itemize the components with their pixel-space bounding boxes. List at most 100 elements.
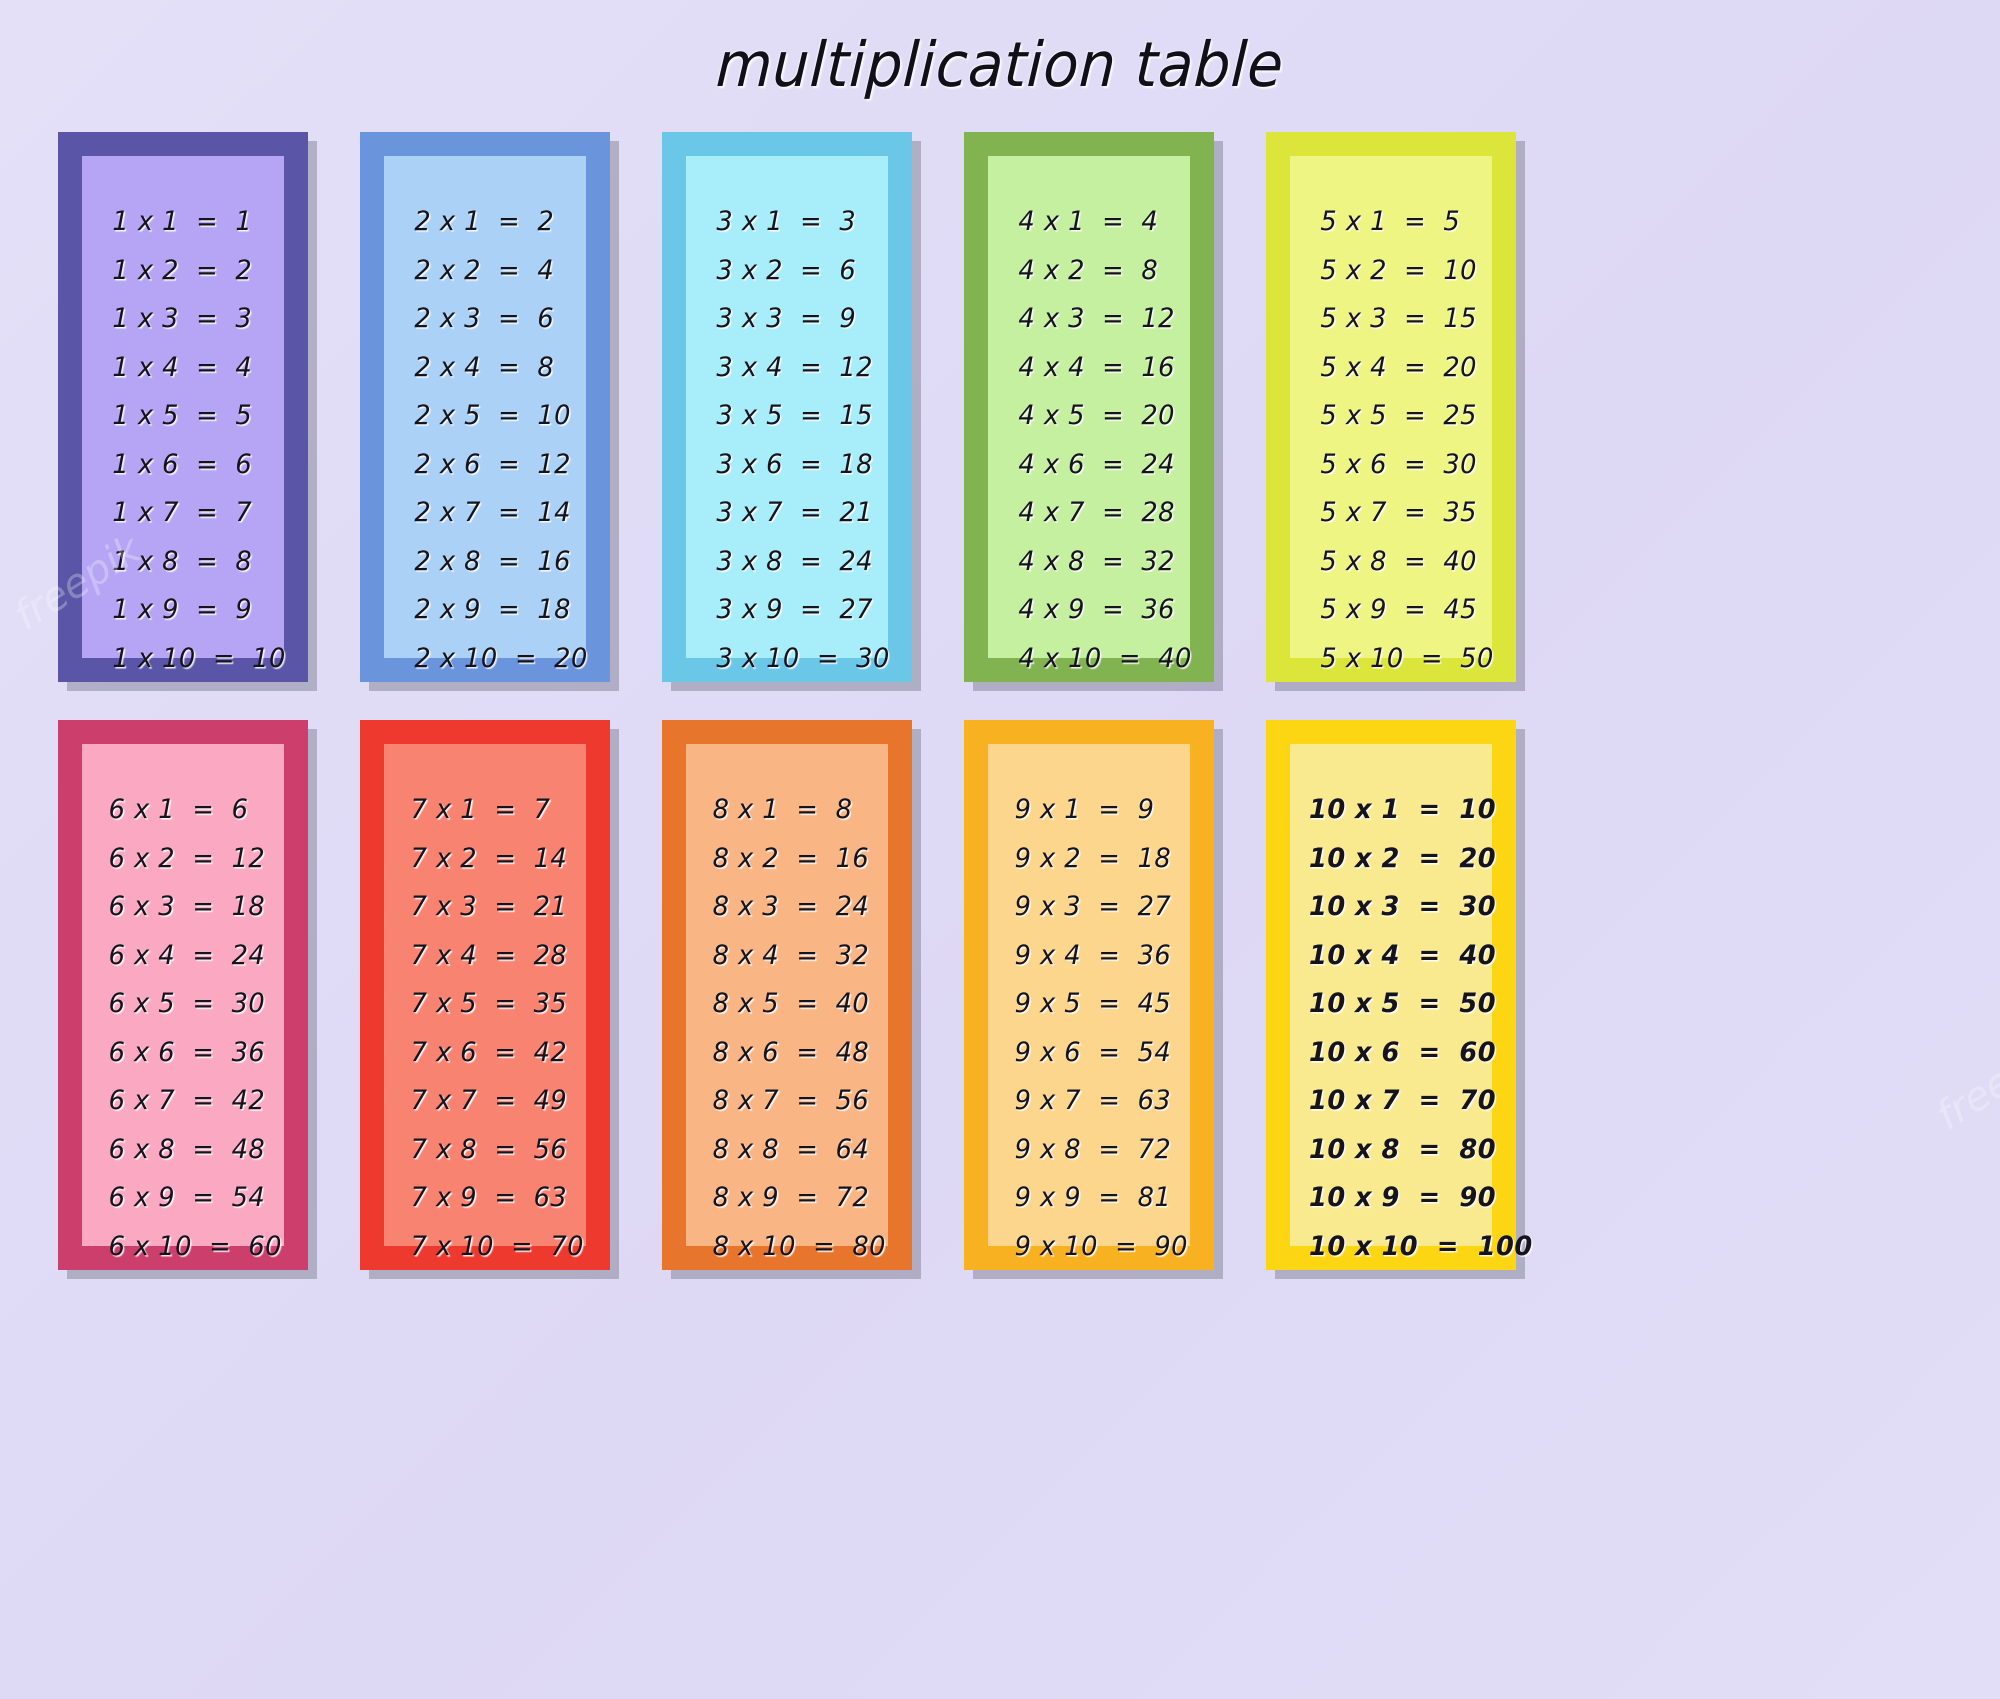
equation-row: 9 x 4 = 36	[1014, 939, 1172, 971]
equation-row: 6 x 5 = 30	[108, 988, 266, 1019]
multiplication-card-2: 2 x 1 = 2 2 x 2 = 4 2 x 3 = 6 2 x 4 = 8 2 x …	[360, 132, 610, 682]
equation-row: 10 x 4 = 40	[1309, 939, 1497, 971]
equation-row: 5 x 7 = 35	[1320, 497, 1477, 528]
equation-row: 3 x 5 = 15	[716, 400, 873, 431]
equation-row: 7 x 1 = 7	[410, 794, 551, 825]
equation-row: 7 x 6 = 42	[410, 1036, 568, 1068]
equation-row: 2 x 10 = 20	[414, 642, 588, 674]
equation-row: 4 x 3 = 12	[1018, 303, 1175, 334]
equation-row: 9 x 9 = 81	[1014, 1182, 1172, 1213]
multiplication-card-3: 3 x 1 = 3 3 x 2 = 6 3 x 3 = 9 3 x 4 = 12 3 x…	[662, 132, 912, 682]
equation-row: 10 x 9 = 90	[1309, 1182, 1497, 1213]
equation-row: 3 x 9 = 27	[716, 594, 873, 625]
equation-row: 9 x 2 = 18	[1014, 842, 1172, 874]
equation-row: 6 x 10 = 60	[108, 1230, 282, 1262]
equation-row: 1 x 1 = 1	[112, 206, 253, 237]
equation-row: 5 x 2 = 10	[1320, 254, 1477, 286]
equation-row: 1 x 7 = 7	[112, 497, 253, 528]
equation-row: 10 x 1 = 10	[1309, 794, 1497, 825]
equation-row: 1 x 4 = 4	[112, 351, 253, 383]
equation-row: 4 x 2 = 8	[1018, 254, 1159, 286]
card-panel-10: 10 x 1 = 10 10 x 2 = 20 10 x 3 = 30 10 x 4 …	[1290, 744, 1532, 1260]
multiplication-card-grid: 1 x 1 = 1 1 x 2 = 2 1 x 3 = 3 1 x 4 = 4 1 x …	[58, 132, 1942, 1270]
equation-row: 3 x 3 = 9	[716, 303, 857, 334]
equation-row: 1 x 5 = 5	[112, 400, 253, 431]
equation-row: 2 x 2 = 4	[414, 254, 555, 286]
card-panel-2: 2 x 1 = 2 2 x 2 = 4 2 x 3 = 6 2 x 4 = 8 2 x …	[384, 156, 587, 672]
equation-row: 10 x 8 = 80	[1309, 1133, 1497, 1165]
card-panel-3: 3 x 1 = 3 3 x 2 = 6 3 x 3 = 9 3 x 4 = 12 3 x…	[686, 156, 889, 672]
equation-row: 10 x 6 = 60	[1309, 1036, 1497, 1068]
equation-row: 10 x 5 = 50	[1309, 988, 1497, 1019]
card-panel-9: 9 x 1 = 9 9 x 2 = 18 9 x 3 = 27 9 x 4 = 36 9…	[988, 744, 1190, 1260]
equation-row: 6 x 1 = 6	[108, 794, 249, 825]
equation-row: 5 x 9 = 45	[1320, 594, 1477, 625]
equation-row: 5 x 6 = 30	[1320, 448, 1477, 480]
equation-row: 6 x 4 = 24	[108, 939, 266, 971]
equation-row: 7 x 9 = 63	[410, 1182, 568, 1213]
equation-row: 2 x 1 = 2	[414, 206, 555, 237]
equation-row: 2 x 6 = 12	[414, 448, 571, 480]
equation-row: 3 x 7 = 21	[716, 497, 873, 528]
equation-row: 2 x 8 = 16	[414, 545, 571, 577]
card-panel-6: 6 x 1 = 6 6 x 2 = 12 6 x 3 = 18 6 x 4 = 24 6…	[82, 744, 284, 1260]
equation-row: 7 x 10 = 70	[410, 1230, 584, 1262]
equation-row: 8 x 4 = 32	[712, 939, 870, 971]
equation-row: 5 x 8 = 40	[1320, 545, 1477, 577]
equation-row: 2 x 5 = 10	[414, 400, 571, 431]
equation-row: 8 x 5 = 40	[712, 988, 870, 1019]
equation-row: 9 x 8 = 72	[1014, 1133, 1172, 1165]
equation-row: 2 x 9 = 18	[414, 594, 571, 625]
equation-row: 9 x 7 = 63	[1014, 1085, 1172, 1116]
equation-row: 6 x 6 = 36	[108, 1036, 266, 1068]
equation-row: 3 x 2 = 6	[716, 254, 857, 286]
equation-row: 3 x 10 = 30	[716, 642, 890, 674]
equation-row: 10 x 3 = 30	[1309, 891, 1497, 922]
equation-row: 4 x 10 = 40	[1018, 642, 1192, 674]
equation-row: 7 x 8 = 56	[410, 1133, 568, 1165]
equation-row: 4 x 1 = 4	[1018, 206, 1159, 237]
equation-row: 10 x 2 = 20	[1309, 842, 1497, 874]
card-panel-1: 1 x 1 = 1 1 x 2 = 2 1 x 3 = 3 1 x 4 = 4 1 x …	[82, 156, 285, 672]
equation-row: 8 x 6 = 48	[712, 1036, 870, 1068]
equation-row: 1 x 9 = 9	[112, 594, 253, 625]
equation-row: 9 x 3 = 27	[1014, 891, 1172, 922]
multiplication-card-4: 4 x 1 = 4 4 x 2 = 8 4 x 3 = 12 4 x 4 = 16 4 …	[964, 132, 1214, 682]
equation-row: 7 x 5 = 35	[410, 988, 568, 1019]
equation-row: 4 x 5 = 20	[1018, 400, 1175, 431]
equation-row: 9 x 5 = 45	[1014, 988, 1172, 1019]
equation-row: 1 x 6 = 6	[112, 448, 253, 480]
equation-row: 8 x 8 = 64	[712, 1133, 870, 1165]
multiplication-card-1: 1 x 1 = 1 1 x 2 = 2 1 x 3 = 3 1 x 4 = 4 1 x …	[58, 132, 308, 682]
card-panel-4: 4 x 1 = 4 4 x 2 = 8 4 x 3 = 12 4 x 4 = 16 4 …	[988, 156, 1191, 672]
equation-row: 8 x 1 = 8	[712, 794, 853, 825]
equation-row: 5 x 5 = 25	[1320, 400, 1477, 431]
equation-row: 3 x 8 = 24	[716, 545, 873, 577]
card-panel-7: 7 x 1 = 7 7 x 2 = 14 7 x 3 = 21 7 x 4 = 28 7…	[384, 744, 586, 1260]
equation-row: 7 x 7 = 49	[410, 1085, 568, 1116]
equation-row: 8 x 9 = 72	[712, 1182, 870, 1213]
multiplication-card-6: 6 x 1 = 6 6 x 2 = 12 6 x 3 = 18 6 x 4 = 24 6…	[58, 720, 308, 1270]
equation-row: 1 x 10 = 10	[112, 642, 286, 674]
equation-row: 3 x 4 = 12	[716, 351, 873, 383]
equation-row: 1 x 2 = 2	[112, 254, 253, 286]
equation-row: 7 x 3 = 21	[410, 891, 568, 922]
multiplication-card-10: 10 x 1 = 10 10 x 2 = 20 10 x 3 = 30 10 x 4 …	[1266, 720, 1532, 1270]
equation-row: 6 x 8 = 48	[108, 1133, 266, 1165]
equation-row: 1 x 8 = 8	[112, 545, 253, 577]
equation-row: 8 x 7 = 56	[712, 1085, 870, 1116]
page-title: multiplication table	[714, 28, 1286, 101]
equation-row: 9 x 10 = 90	[1014, 1230, 1188, 1262]
equation-row: 2 x 3 = 6	[414, 303, 555, 334]
equation-row: 4 x 7 = 28	[1018, 497, 1175, 528]
equation-row: 9 x 1 = 9	[1014, 794, 1155, 825]
card-panel-8: 8 x 1 = 8 8 x 2 = 16 8 x 3 = 24 8 x 4 = 32 8…	[686, 744, 888, 1260]
equation-row: 7 x 4 = 28	[410, 939, 568, 971]
equation-row: 2 x 7 = 14	[414, 497, 571, 528]
equation-row: 5 x 10 = 50	[1320, 642, 1494, 674]
equation-row: 9 x 6 = 54	[1014, 1036, 1172, 1068]
equation-row: 10 x 10 = 100	[1309, 1230, 1533, 1262]
multiplication-card-9: 9 x 1 = 9 9 x 2 = 18 9 x 3 = 27 9 x 4 = 36 9…	[964, 720, 1214, 1270]
equation-row: 8 x 3 = 24	[712, 891, 870, 922]
equation-row: 4 x 6 = 24	[1018, 448, 1175, 480]
